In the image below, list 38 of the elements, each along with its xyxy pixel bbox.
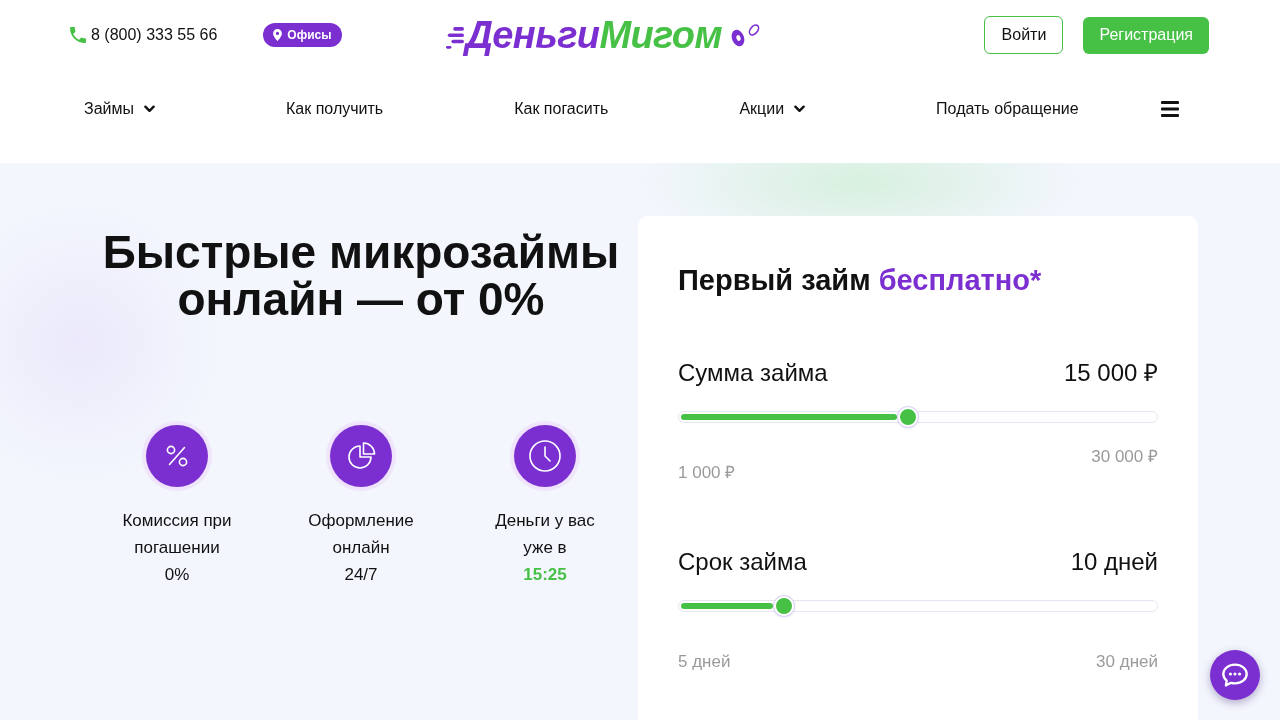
card-title: Первый займ бесплатно* (678, 263, 1043, 297)
chat-bubble-icon (1222, 662, 1248, 688)
slider-value: 10 дней (1070, 547, 1158, 577)
speed-lines-icon (446, 25, 465, 49)
chevron-down-icon (144, 105, 155, 113)
slider-thumb[interactable] (774, 596, 795, 616)
chevron-down-icon (794, 105, 806, 113)
slider-max-label: 30 дней (1096, 651, 1158, 673)
slider-value: 15 000 ₽ (1063, 358, 1158, 388)
coins-icon (729, 23, 761, 47)
slider-max-label: 30 000 ₽ (1091, 446, 1158, 468)
nav-link[interactable]: Займы (84, 100, 155, 118)
map-pin-icon (273, 29, 283, 41)
phone-number[interactable]: 8 (800) 333 55 66 (91, 26, 218, 44)
offices-button[interactable]: Офисы (263, 23, 343, 47)
nav-link[interactable]: Как получить (286, 100, 384, 118)
slider-min-label: 5 дней (678, 651, 731, 673)
feature-value: 0% (164, 564, 190, 586)
nav-link[interactable]: Подать обращение (936, 100, 1079, 118)
feature-value: 24/7 (344, 564, 378, 586)
logo-text[interactable]: ДеньгиМигом (465, 14, 722, 56)
nav-link[interactable]: Как погасить (514, 100, 609, 118)
nav-link[interactable]: Акции (739, 100, 806, 118)
clock-icon (510, 421, 580, 491)
feature-label: Деньги у вас уже в (494, 510, 596, 559)
slider-label: Сумма займа (678, 358, 828, 388)
feature-label: Комиссия при погашении (121, 510, 233, 559)
hero-title: Быстрые микрозаймы онлайн — от 0% (101, 229, 621, 323)
slider-min-label: 1 000 ₽ (678, 462, 736, 484)
feature-label: Оформление онлайн (307, 510, 415, 559)
slider-label: Срок займа (678, 547, 807, 577)
phone-icon (70, 27, 86, 43)
pie-chart-icon (326, 421, 396, 491)
percent-icon (142, 421, 212, 491)
slider-thumb[interactable] (898, 407, 919, 427)
feature-value: 15:25 (523, 564, 567, 586)
login-button[interactable]: Войти (984, 16, 1064, 54)
menu-icon[interactable] (1161, 101, 1179, 117)
